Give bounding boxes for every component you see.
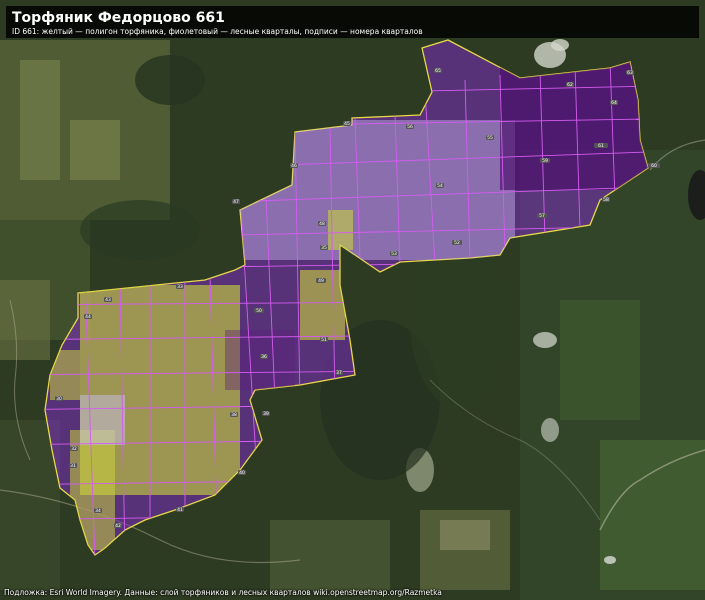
svg-text:50: 50 xyxy=(256,308,262,314)
svg-text:36: 36 xyxy=(261,354,267,360)
svg-text:33: 33 xyxy=(177,284,183,290)
svg-text:52: 52 xyxy=(454,240,460,246)
svg-text:35: 35 xyxy=(321,245,327,251)
svg-text:39: 39 xyxy=(263,411,269,417)
svg-text:59: 59 xyxy=(542,158,548,164)
satellite-map[interactable]: 65 63 62 64 61 60 59 58 57 52 53 54 55 5… xyxy=(0,0,705,600)
svg-text:62: 62 xyxy=(567,82,573,88)
quarter-label: 39 xyxy=(262,411,270,417)
map-view[interactable]: 65 63 62 64 61 60 59 58 57 52 53 54 55 5… xyxy=(0,0,705,600)
page-title: Торфяник Федорцово 661 xyxy=(12,10,225,26)
svg-text:63: 63 xyxy=(627,70,633,76)
svg-text:51: 51 xyxy=(321,337,327,343)
svg-text:57: 57 xyxy=(539,213,545,219)
svg-text:64: 64 xyxy=(611,100,617,106)
svg-text:42: 42 xyxy=(115,523,121,529)
quarter-label: 36 xyxy=(260,354,268,360)
svg-text:31: 31 xyxy=(70,463,76,469)
quarter-label: 31 xyxy=(69,463,77,469)
svg-text:30: 30 xyxy=(56,396,62,402)
svg-text:46: 46 xyxy=(291,163,297,169)
svg-text:41: 41 xyxy=(177,507,183,513)
quarter-label: 32 xyxy=(70,446,78,452)
quarter-label: 65 xyxy=(434,68,442,74)
quarter-label: 42 xyxy=(114,523,122,529)
quarter-label: 58 xyxy=(602,197,610,203)
svg-text:47: 47 xyxy=(233,199,239,205)
quarter-label: 51 xyxy=(320,337,328,343)
svg-text:60: 60 xyxy=(651,163,657,169)
quarter-label: 48 xyxy=(318,221,326,227)
quarter-label: 55 xyxy=(486,135,494,141)
quarter-label: 35 xyxy=(320,245,328,251)
svg-text:45: 45 xyxy=(344,121,350,127)
svg-text:55: 55 xyxy=(487,135,493,141)
svg-text:49: 49 xyxy=(318,278,324,284)
quarter-label: 40 xyxy=(238,470,246,476)
quarter-label: 56 xyxy=(406,124,414,130)
quarter-label: 38 xyxy=(230,412,238,418)
quarter-label: 54 xyxy=(436,183,444,189)
svg-text:48: 48 xyxy=(319,221,325,227)
svg-text:65: 65 xyxy=(435,68,441,74)
legend-description: ID 661: желтый — полигон торфяника, фиол… xyxy=(12,27,423,36)
quarter-label: 41 xyxy=(176,507,184,513)
svg-text:61: 61 xyxy=(598,143,604,149)
title-bar: Торфяник Федорцово 661 ID 661: желтый — … xyxy=(6,6,699,38)
quarter-label: 62 xyxy=(566,82,574,88)
quarter-label: 47 xyxy=(232,199,240,205)
quarter-label: 53 xyxy=(390,251,398,257)
quarter-label: 64 xyxy=(610,100,618,106)
map-attribution: Подложка: Esri World Imagery. Данные: сл… xyxy=(4,588,442,597)
svg-text:34: 34 xyxy=(95,508,101,514)
svg-text:44: 44 xyxy=(85,314,91,320)
svg-text:32: 32 xyxy=(71,446,77,452)
quarter-label: 45 xyxy=(343,121,351,127)
quarter-label: 46 xyxy=(290,163,298,169)
quarter-label: 34 xyxy=(94,508,102,514)
quarter-label: 43 xyxy=(104,297,112,303)
svg-text:53: 53 xyxy=(391,251,397,257)
svg-text:58: 58 xyxy=(603,197,609,203)
svg-text:54: 54 xyxy=(437,183,443,189)
svg-text:38: 38 xyxy=(231,412,237,418)
quarter-label: 30 xyxy=(55,396,63,402)
quarter-label: 44 xyxy=(84,314,92,320)
svg-text:56: 56 xyxy=(407,124,413,130)
quarter-label: 63 xyxy=(626,70,634,76)
svg-text:40: 40 xyxy=(239,470,245,476)
quarter-label: 33 xyxy=(176,284,184,290)
svg-text:43: 43 xyxy=(105,297,111,303)
svg-text:37: 37 xyxy=(336,370,342,376)
quarter-label: 37 xyxy=(335,370,343,376)
